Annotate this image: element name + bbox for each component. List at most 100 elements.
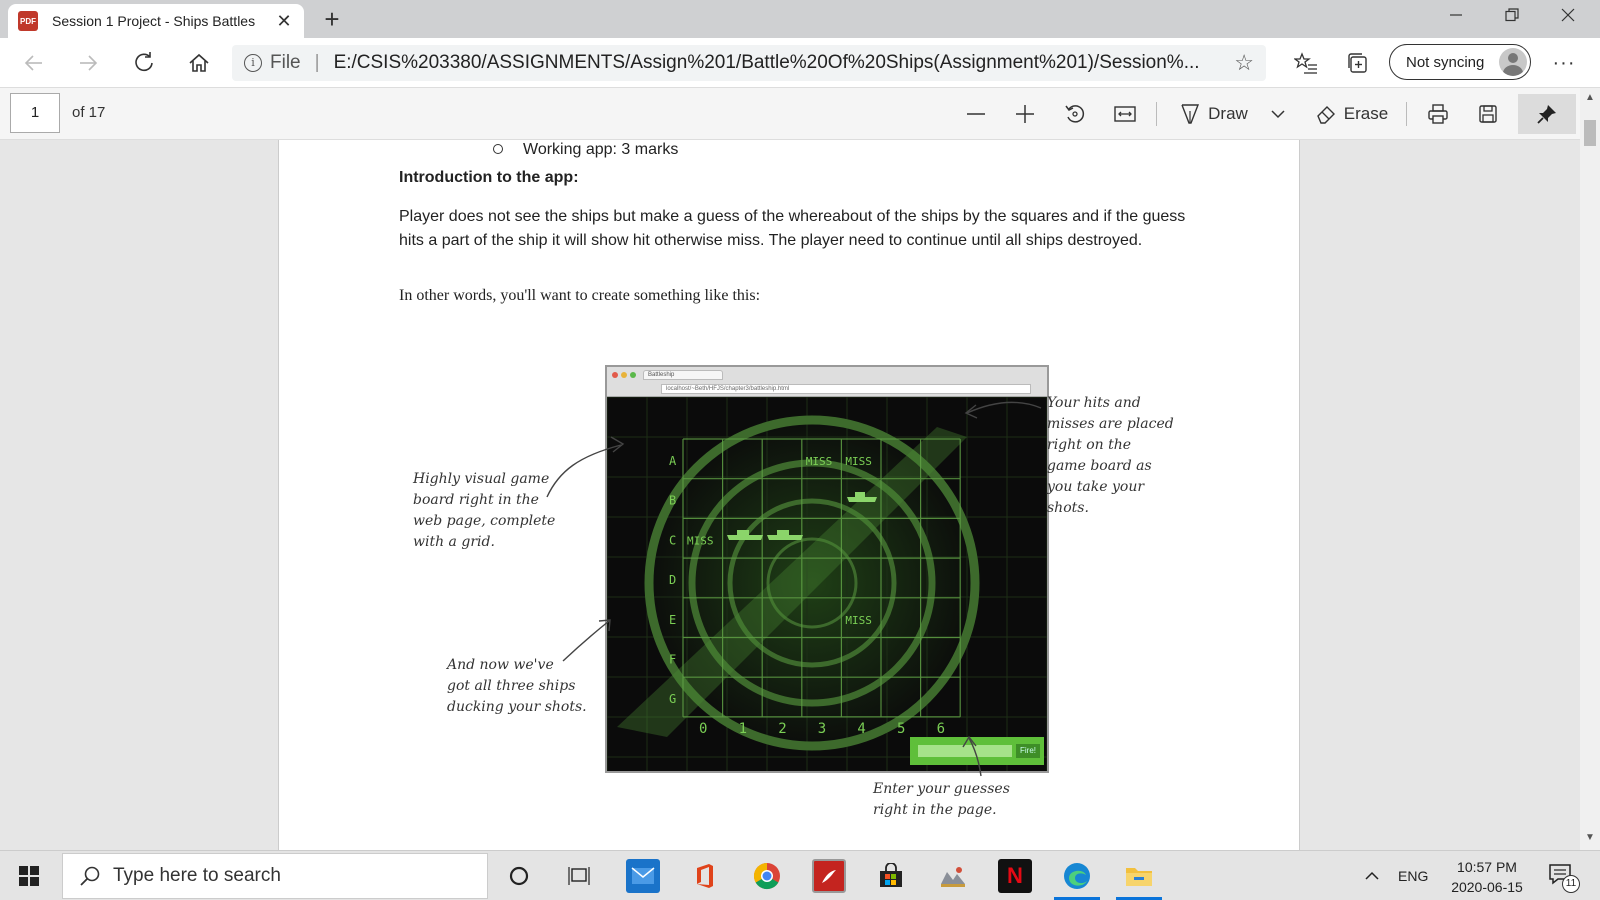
- scrollbar-thumb[interactable]: [1584, 120, 1596, 146]
- collections-icon: [1348, 53, 1367, 73]
- home-icon: [189, 53, 209, 72]
- collections-button[interactable]: [1342, 48, 1374, 78]
- save-button[interactable]: [1470, 96, 1506, 132]
- scroll-up-icon[interactable]: ▲: [1583, 92, 1597, 103]
- cortana-icon[interactable]: [502, 859, 536, 893]
- zoom-out-button[interactable]: [958, 96, 994, 132]
- draw-button[interactable]: Draw: [1178, 96, 1250, 132]
- taskbar-search[interactable]: Type here to search: [62, 853, 488, 899]
- page-total: of 17: [72, 104, 106, 121]
- sync-label: Not syncing: [1406, 53, 1485, 71]
- task-view-icon[interactable]: [562, 859, 596, 893]
- tab-title: Session 1 Project - Ships Battles: [52, 13, 256, 29]
- minimize-icon: [1450, 14, 1462, 16]
- arrow-icon: [966, 401, 1042, 414]
- back-button[interactable]: [18, 48, 50, 78]
- file-explorer-icon[interactable]: [1122, 859, 1156, 893]
- ellipsis-icon: ···: [1552, 51, 1576, 74]
- clock-date: 2020-06-15: [1451, 879, 1523, 895]
- refresh-icon: [135, 52, 153, 72]
- draw-pen-icon: [1181, 104, 1200, 124]
- search-icon: [80, 866, 100, 886]
- refresh-button[interactable]: [128, 48, 160, 78]
- photos-app-icon[interactable]: [936, 859, 970, 893]
- fit-width-icon: [1114, 106, 1136, 122]
- windows-logo-icon: [19, 866, 39, 886]
- arrow-icon: [546, 444, 622, 498]
- draw-label: Draw: [1208, 104, 1248, 123]
- chrome-icon[interactable]: [750, 859, 784, 893]
- arrowhead-icon: [610, 436, 625, 453]
- acrobat-icon[interactable]: [812, 859, 846, 893]
- favorites-button[interactable]: [1290, 48, 1322, 78]
- browser-tab[interactable]: PDF Session 1 Project - Ships Battles ✕: [8, 4, 304, 38]
- address-bar[interactable]: i File | E:/CSIS%203380/ASSIGNMENTS/Assi…: [232, 45, 1266, 81]
- minus-icon: [967, 113, 985, 115]
- forward-arrow-icon: [80, 55, 98, 71]
- restore-button[interactable]: [1484, 0, 1540, 30]
- pdf-file-icon: PDF: [18, 11, 38, 31]
- plus-icon: [1016, 105, 1034, 123]
- url-text[interactable]: E:/CSIS%203380/ASSIGNMENTS/Assign%201/Ba…: [334, 52, 1225, 74]
- forward-button[interactable]: [72, 48, 104, 78]
- notification-badge: 11: [1562, 875, 1580, 893]
- favorite-star-icon[interactable]: ☆: [1234, 50, 1254, 76]
- tab-strip: PDF Session 1 Project - Ships Battles ✕ …: [0, 0, 1600, 38]
- pdf-viewer[interactable]: Working app: 3 marks Introduction to the…: [0, 140, 1580, 850]
- separator: |: [314, 52, 320, 73]
- close-icon: [1561, 8, 1575, 22]
- home-button[interactable]: [183, 48, 215, 78]
- erase-label: Erase: [1343, 104, 1389, 123]
- rotate-button[interactable]: [1057, 96, 1093, 132]
- pin-icon: [1537, 105, 1556, 124]
- erase-button[interactable]: Erase: [1310, 96, 1394, 132]
- clock-time: 10:57 PM: [1457, 859, 1517, 875]
- pdf-toolbar: 1 of 17 Draw Erase: [0, 88, 1600, 140]
- show-hidden-icons-button[interactable]: [1364, 851, 1380, 900]
- mail-icon[interactable]: [626, 859, 660, 893]
- minimize-button[interactable]: [1428, 0, 1484, 30]
- rotate-icon: [1065, 105, 1085, 123]
- start-button[interactable]: [0, 851, 58, 900]
- fit-width-button[interactable]: [1107, 96, 1143, 132]
- favorites-list-icon: [1294, 52, 1317, 74]
- arrow-icon: [562, 620, 610, 662]
- toolbar-divider: [1156, 102, 1157, 126]
- tab-close-icon[interactable]: ✕: [274, 11, 294, 32]
- taskbar: Type here to search N ENG 10:57 PM 2020-…: [0, 850, 1600, 900]
- eraser-icon: [1316, 106, 1335, 124]
- new-tab-button[interactable]: +: [318, 4, 346, 34]
- close-window-button[interactable]: [1540, 0, 1596, 30]
- pin-toolbar-button[interactable]: [1518, 94, 1576, 134]
- toolbar-divider: [1406, 102, 1407, 126]
- system-clock[interactable]: 10:57 PM 2020-06-15: [1444, 857, 1530, 897]
- chevron-up-icon: [1365, 871, 1379, 880]
- file-label: File: [270, 52, 301, 73]
- restore-icon: [1505, 8, 1519, 22]
- save-disk-icon: [1479, 105, 1497, 123]
- print-button[interactable]: [1420, 96, 1456, 132]
- page-number-input[interactable]: 1: [10, 93, 60, 133]
- printer-icon: [1428, 104, 1448, 124]
- action-center-button[interactable]: 11: [1548, 863, 1580, 893]
- draw-options-dropdown[interactable]: [1267, 96, 1289, 132]
- zoom-in-button[interactable]: [1007, 96, 1043, 132]
- arrowhead-icon: [962, 735, 977, 748]
- pdf-page: Working app: 3 marks Introduction to the…: [278, 140, 1300, 850]
- annotation-arrows: [546, 401, 1042, 777]
- office-icon[interactable]: [688, 859, 722, 893]
- navigation-bar: i File | E:/CSIS%203380/ASSIGNMENTS/Assi…: [0, 38, 1600, 88]
- avatar: [1499, 48, 1527, 76]
- edge-icon[interactable]: [1060, 859, 1094, 893]
- language-indicator[interactable]: ENG: [1398, 851, 1428, 900]
- info-icon[interactable]: i: [244, 54, 262, 72]
- store-icon[interactable]: [874, 859, 908, 893]
- vertical-scrollbar[interactable]: ▲ ▼: [1580, 88, 1600, 850]
- netflix-icon[interactable]: N: [998, 859, 1032, 893]
- back-arrow-icon: [24, 55, 42, 71]
- more-options-button[interactable]: ···: [1548, 48, 1580, 78]
- search-placeholder: Type here to search: [113, 865, 281, 886]
- chevron-down-icon: [1271, 110, 1285, 119]
- profile-sync-button[interactable]: Not syncing: [1389, 44, 1531, 80]
- scroll-down-icon[interactable]: ▼: [1583, 832, 1597, 843]
